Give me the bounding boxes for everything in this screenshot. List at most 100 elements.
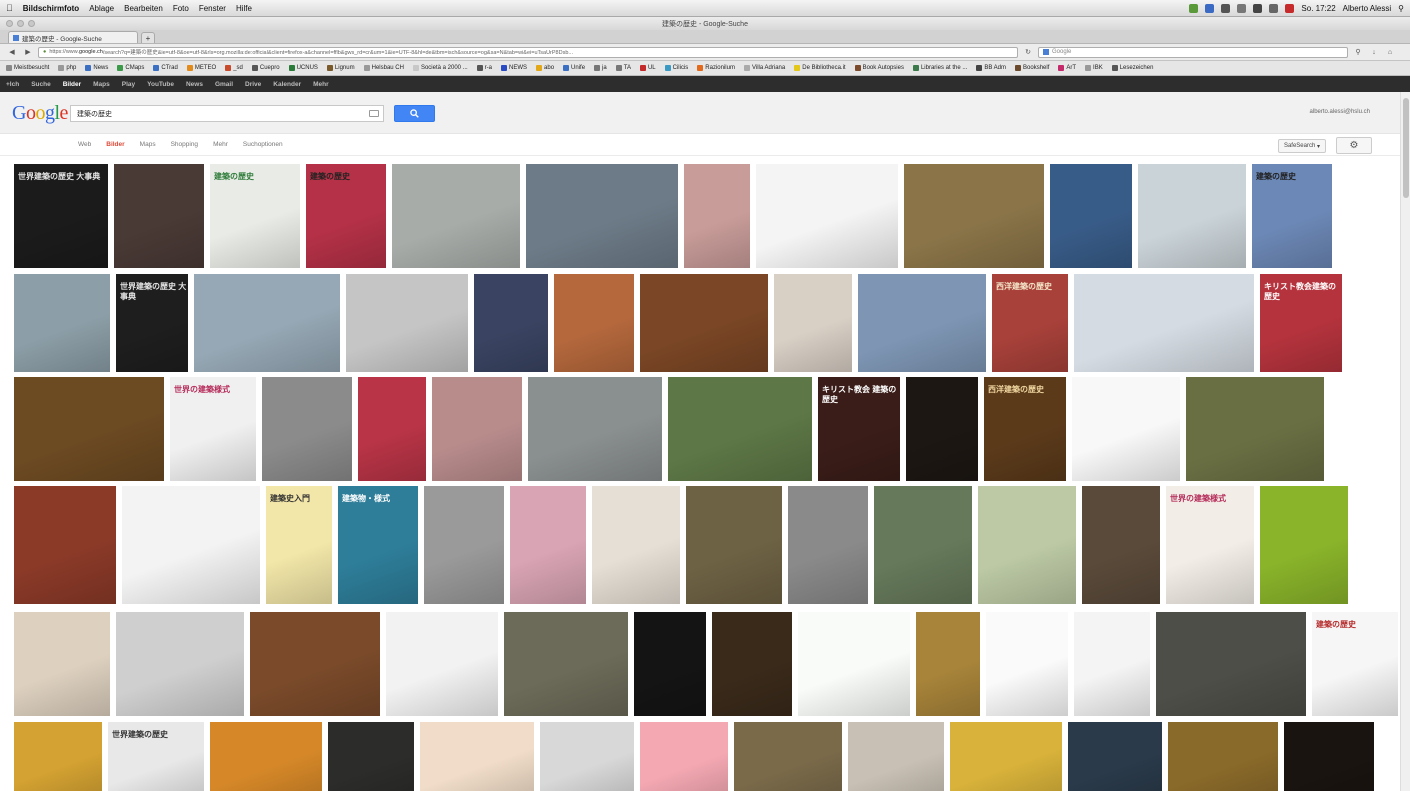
image-result[interactable] <box>904 164 1044 268</box>
bookmark-item[interactable]: _sd <box>225 65 243 71</box>
bookmark-item[interactable]: BB Adm <box>976 65 1006 71</box>
image-result[interactable] <box>504 612 628 716</box>
gbar-item[interactable]: Mehr <box>313 81 329 88</box>
gbar-item[interactable]: Bilder <box>63 81 81 88</box>
apple-menu-icon[interactable]:  <box>6 3 13 13</box>
bookmark-item[interactable]: News <box>85 65 108 71</box>
url-field[interactable]: ● https://www. google.ch/search?q=建築の歴史&i… <box>38 46 1018 58</box>
image-result[interactable] <box>14 377 164 481</box>
image-result[interactable] <box>386 612 498 716</box>
bookmark-item[interactable]: TA <box>615 65 631 71</box>
account-link[interactable]: alberto.alessi@hslu.ch <box>1310 109 1370 115</box>
scrollbar-thumb[interactable] <box>1403 98 1409 198</box>
result-tab[interactable]: Maps <box>140 141 156 148</box>
bookmark-item[interactable]: NEWS <box>501 65 527 71</box>
image-result[interactable] <box>756 164 898 268</box>
image-result[interactable]: 建築物・様式 <box>338 486 418 604</box>
menu-item-fenster[interactable]: Fenster <box>199 4 226 13</box>
image-result[interactable] <box>1074 612 1150 716</box>
gbar-item[interactable]: Suche <box>31 81 51 88</box>
image-result[interactable] <box>916 612 980 716</box>
image-result[interactable] <box>528 377 662 481</box>
bookmark-item[interactable]: CTrad <box>153 65 178 71</box>
image-result[interactable]: キリスト教会 建築の歴史 <box>818 377 900 481</box>
bookmark-item[interactable]: CMaps <box>117 65 144 71</box>
image-result[interactable] <box>328 722 414 791</box>
bookmark-item[interactable]: Lesezeichen <box>1111 65 1153 71</box>
image-result[interactable]: 建築の歴史 <box>210 164 300 268</box>
image-result[interactable]: 西洋建築の歴史 <box>992 274 1068 372</box>
image-result[interactable] <box>798 612 910 716</box>
bookmark-item[interactable]: abo <box>536 65 554 71</box>
image-result[interactable] <box>668 377 812 481</box>
bookmark-item[interactable]: Cuepro <box>251 65 280 71</box>
image-result[interactable] <box>14 612 110 716</box>
image-result[interactable] <box>262 377 352 481</box>
bookmark-item[interactable]: Bookshelf <box>1015 65 1049 71</box>
image-result[interactable] <box>634 612 706 716</box>
gbar-item[interactable]: Maps <box>93 81 110 88</box>
zoom-window-button[interactable] <box>28 20 35 27</box>
image-result[interactable] <box>874 486 972 604</box>
bookmark-item[interactable]: ja <box>594 65 607 71</box>
bookmark-item[interactable]: IBK <box>1085 65 1103 71</box>
status-sync-icon[interactable] <box>1205 3 1215 13</box>
image-result[interactable] <box>734 722 842 791</box>
image-result[interactable]: 建築の歴史 <box>306 164 386 268</box>
image-result[interactable] <box>1074 274 1254 372</box>
image-result[interactable] <box>116 612 244 716</box>
image-result[interactable] <box>424 486 504 604</box>
image-result[interactable] <box>194 274 340 372</box>
gbar-item[interactable]: +Ich <box>6 81 19 88</box>
image-result[interactable] <box>554 274 634 372</box>
image-result[interactable] <box>1260 486 1348 604</box>
image-result[interactable] <box>592 486 680 604</box>
forward-icon[interactable]: ▶ <box>22 47 34 58</box>
image-result[interactable] <box>14 274 110 372</box>
bookmark-item[interactable]: r-a <box>476 65 492 71</box>
result-tab[interactable]: Shopping <box>171 141 198 148</box>
bookmark-item[interactable]: Lignum <box>326 65 355 71</box>
image-result[interactable]: 世界建築の歴史 <box>108 722 204 791</box>
bluetooth-icon[interactable] <box>1237 3 1247 13</box>
image-result[interactable] <box>1138 164 1246 268</box>
image-result[interactable] <box>432 377 522 481</box>
page-scrollbar[interactable] <box>1400 92 1410 791</box>
wifi-icon[interactable] <box>1253 3 1263 13</box>
image-result[interactable] <box>640 722 728 791</box>
status-timemachine-icon[interactable] <box>1221 3 1231 13</box>
image-result[interactable] <box>858 274 986 372</box>
menu-app-name[interactable]: Bildschirmfoto <box>23 4 79 13</box>
browser-search-field[interactable]: Google <box>1038 46 1348 58</box>
gbar-item[interactable]: Play <box>122 81 135 88</box>
result-tab[interactable]: Bilder <box>106 141 124 148</box>
image-result[interactable] <box>510 486 586 604</box>
menu-item-bearbeiten[interactable]: Bearbeiten <box>124 4 163 13</box>
image-result[interactable]: 世界建築の歴史 大事典 <box>116 274 188 372</box>
image-result[interactable] <box>474 274 548 372</box>
search-input[interactable]: 建築の歴史 <box>70 105 384 122</box>
image-result[interactable] <box>640 274 768 372</box>
bookmark-item[interactable]: ArT <box>1058 65 1076 71</box>
browser-tab[interactable]: 建築の歴史 - Google-Suche <box>8 31 138 43</box>
image-result[interactable] <box>14 722 102 791</box>
flag-icon[interactable] <box>1285 3 1295 13</box>
image-result[interactable] <box>420 722 534 791</box>
menubar-clock[interactable]: So. 17:22 <box>1301 4 1335 13</box>
image-result[interactable] <box>1068 722 1162 791</box>
bookmark-item[interactable]: Helsbau CH <box>363 65 404 71</box>
image-result[interactable] <box>14 486 116 604</box>
image-result[interactable] <box>1050 164 1132 268</box>
result-tab[interactable]: Web <box>78 141 91 148</box>
image-result[interactable] <box>114 164 204 268</box>
image-result[interactable] <box>250 612 380 716</box>
bookmark-item[interactable]: Unife <box>563 65 585 71</box>
image-result[interactable] <box>978 486 1076 604</box>
image-result[interactable] <box>1156 612 1306 716</box>
search-icon[interactable]: ⚲ <box>1352 47 1364 58</box>
image-result[interactable] <box>848 722 944 791</box>
image-result[interactable]: 建築の歴史 <box>1252 164 1332 268</box>
image-result[interactable] <box>686 486 782 604</box>
image-result[interactable]: キリスト教会建築の歴史 <box>1260 274 1342 372</box>
image-result[interactable]: 世界建築の歴史 大事典 <box>14 164 108 268</box>
